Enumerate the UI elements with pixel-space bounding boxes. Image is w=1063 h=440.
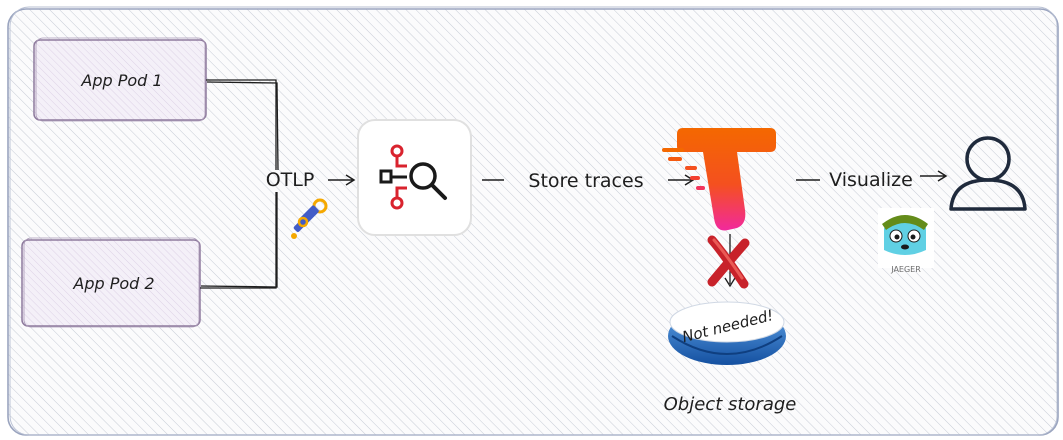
otel-collector [357, 119, 472, 236]
jaeger-caption: JAEGER [890, 265, 921, 274]
otlp-label: OTLP [266, 169, 315, 191]
diagram-canvas: App Pod 1 App Pod 2 OTLP Store traces No… [0, 0, 1063, 440]
architecture-diagram: App Pod 1 App Pod 2 OTLP Store traces No… [7, 6, 1059, 436]
app-pod-2-label: App Pod 2 [72, 274, 154, 293]
store-traces-label: Store traces [528, 170, 643, 192]
jaeger-logo-icon: JAEGER [878, 208, 934, 274]
app-pod-1: App Pod 1 [33, 37, 207, 122]
app-pod-2: App Pod 2 [21, 237, 201, 328]
object-storage-label: Object storage [664, 394, 797, 415]
app-pod-1-label: App Pod 1 [80, 71, 162, 90]
visualize-label: Visualize [829, 169, 913, 191]
